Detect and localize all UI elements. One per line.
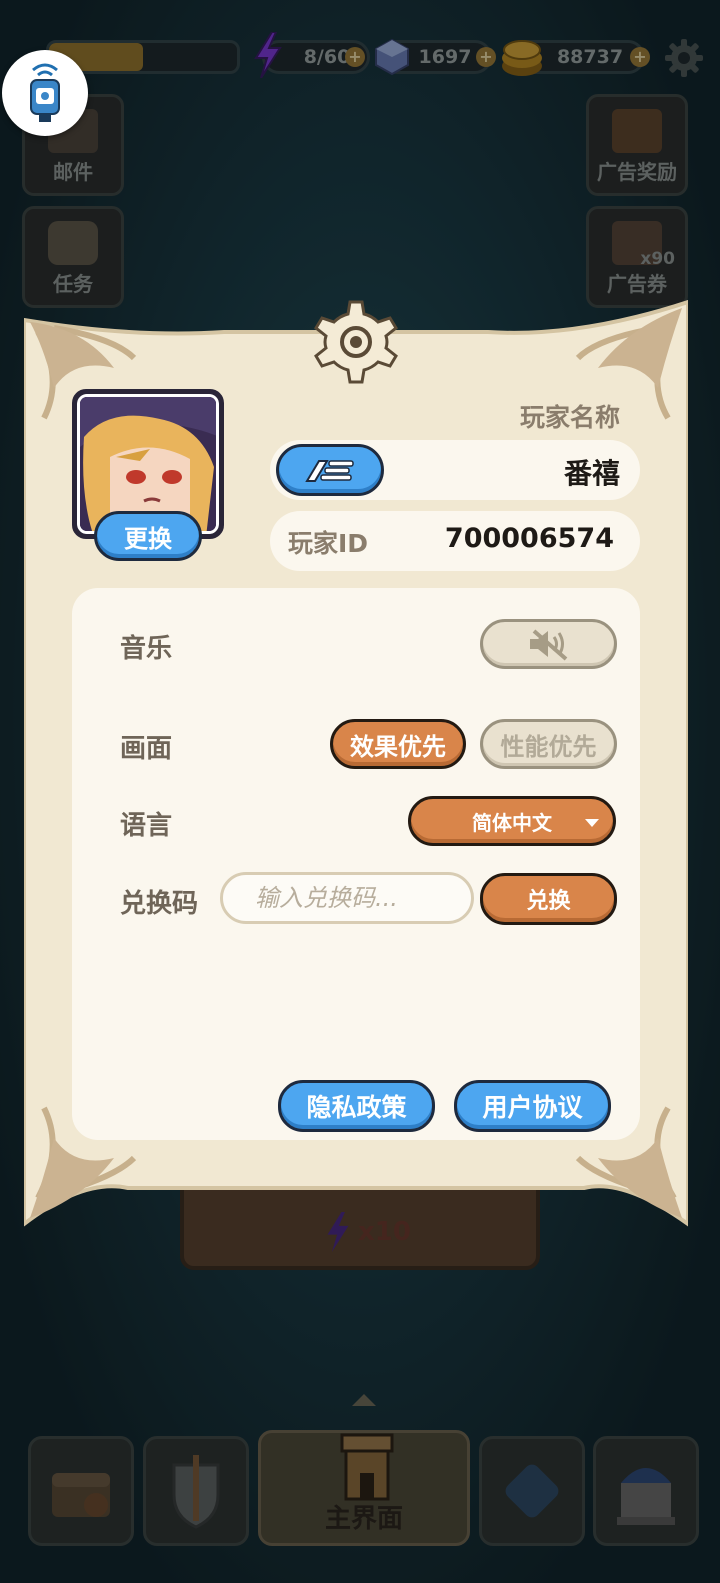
language-dropdown[interactable]: 简体中文 — [408, 796, 616, 846]
edit-name-button[interactable] — [276, 444, 384, 496]
player-id-value: 700006574 — [444, 523, 614, 554]
pencil-edit-icon — [305, 460, 354, 482]
mute-icon — [529, 629, 567, 661]
graphics-label: 画面 — [120, 734, 173, 764]
player-name-value: 番禧 — [563, 457, 620, 490]
language-value: 简体中文 — [472, 810, 552, 835]
player-id-label: 玩家ID — [288, 529, 369, 558]
redeem-code-label: 兑换码 — [120, 889, 199, 919]
user-agreement-button[interactable]: 用户协议 — [454, 1080, 611, 1132]
graphics-performance-button[interactable]: 性能优先 — [480, 719, 617, 769]
robot-wifi-icon — [30, 63, 60, 122]
chevron-down-icon — [585, 819, 599, 827]
music-label: 音乐 — [120, 634, 173, 664]
settings-panel — [72, 588, 640, 1140]
redeem-code-input[interactable] — [220, 872, 474, 924]
player-name-label: 玩家名称 — [519, 403, 620, 432]
redeem-button[interactable]: 兑换 — [480, 873, 617, 925]
settings-gear-badge-icon — [314, 300, 398, 384]
floating-robot-button[interactable] — [2, 50, 88, 136]
music-toggle-button[interactable] — [480, 619, 617, 669]
graphics-quality-button[interactable]: 效果优先 — [330, 719, 466, 769]
language-label: 语言 — [120, 811, 173, 841]
privacy-policy-button[interactable]: 隐私政策 — [278, 1080, 435, 1132]
change-avatar-button[interactable]: 更换 — [94, 511, 202, 561]
